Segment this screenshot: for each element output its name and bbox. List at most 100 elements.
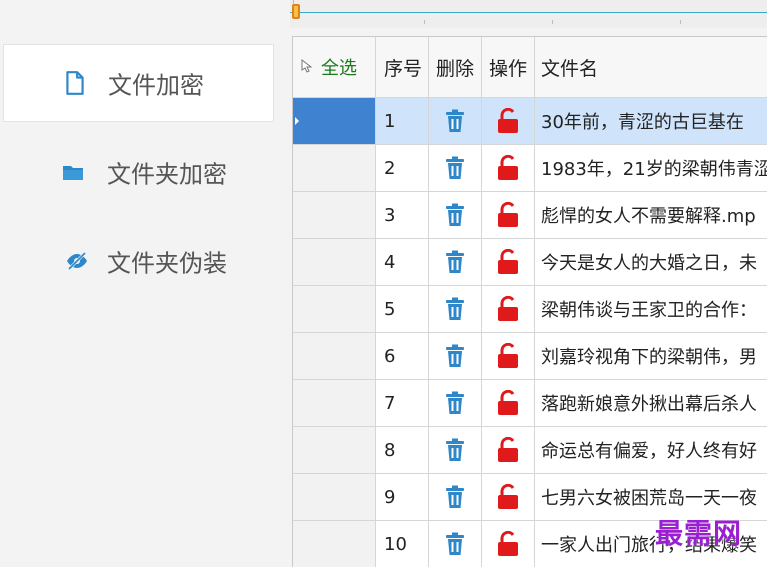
row-header[interactable]: [293, 239, 376, 286]
lock-button[interactable]: [482, 333, 535, 380]
row-header[interactable]: [293, 427, 376, 474]
trash-icon: [444, 391, 466, 415]
table-row[interactable]: 5 梁朝伟谈与王家卫的合作：: [293, 286, 767, 333]
trash-icon: [444, 156, 466, 180]
delete-button[interactable]: [429, 380, 482, 427]
lock-button[interactable]: [482, 192, 535, 239]
timeline-handle[interactable]: [292, 4, 300, 19]
row-filename: 彪悍的女人不需要解释.mp: [535, 192, 767, 239]
trash-icon: [444, 438, 466, 462]
watermark: 最需网: [655, 517, 743, 550]
table-row[interactable]: 1 30年前，青涩的古巨基在: [293, 98, 767, 145]
delete-button[interactable]: [429, 192, 482, 239]
current-row-marker-icon: [295, 117, 299, 125]
lock-button[interactable]: [482, 380, 535, 427]
trash-icon: [444, 203, 466, 227]
lock-icon: [496, 437, 520, 463]
row-header[interactable]: [293, 474, 376, 521]
timeline-tick: [424, 20, 425, 24]
table-row[interactable]: 8 命运总有偏爱，好人终有好: [293, 427, 767, 474]
delete-button[interactable]: [429, 286, 482, 333]
sidebar-item-label: 文件加密: [108, 71, 204, 100]
lock-icon: [496, 202, 520, 228]
grid-header: 全选 序号 删除 操作 文件名: [293, 37, 767, 98]
trash-icon: [444, 250, 466, 274]
delete-button[interactable]: [429, 98, 482, 145]
lock-button[interactable]: [482, 286, 535, 333]
file-icon: [66, 71, 84, 95]
delete-button[interactable]: [429, 145, 482, 192]
lock-icon: [496, 296, 520, 322]
table-row[interactable]: 2 1983年，21岁的梁朝伟青涩: [293, 145, 767, 192]
select-all-label: 全选: [321, 58, 357, 79]
row-header[interactable]: [293, 333, 376, 380]
row-filename: 刘嘉玲视角下的梁朝伟，男: [535, 333, 767, 380]
trash-icon: [444, 485, 466, 509]
row-filename: 今天是女人的大婚之日，未: [535, 239, 767, 286]
row-index: 10: [376, 521, 429, 567]
delete-button[interactable]: [429, 474, 482, 521]
lock-icon: [496, 484, 520, 510]
row-index: 1: [376, 98, 429, 145]
lock-icon: [496, 531, 520, 557]
trash-icon: [444, 532, 466, 556]
row-filename: 1983年，21岁的梁朝伟青涩: [535, 145, 767, 192]
timeline-tick: [680, 20, 681, 24]
lock-button[interactable]: [482, 427, 535, 474]
row-filename: 命运总有偏爱，好人终有好: [535, 427, 767, 474]
row-header[interactable]: [293, 380, 376, 427]
row-header[interactable]: [293, 145, 376, 192]
sidebar-item-label: 文件夹加密: [107, 160, 227, 189]
trash-icon: [444, 297, 466, 321]
sidebar-item-file-encrypt[interactable]: 文件加密: [3, 44, 274, 122]
lock-icon: [496, 343, 520, 369]
table-row[interactable]: 6 刘嘉玲视角下的梁朝伟，男: [293, 333, 767, 380]
lock-button[interactable]: [482, 239, 535, 286]
eye-off-icon: [67, 251, 87, 271]
row-index: 4: [376, 239, 429, 286]
sidebar-item-folder-encrypt[interactable]: 文件夹加密: [3, 133, 274, 211]
row-filename: 梁朝伟谈与王家卫的合作：: [535, 286, 767, 333]
pointer-icon: [301, 59, 313, 73]
row-index: 5: [376, 286, 429, 333]
header-index: 序号: [376, 37, 429, 98]
delete-button[interactable]: [429, 427, 482, 474]
timeline-tick: [552, 20, 553, 24]
timeline-strip: [290, 0, 767, 28]
row-filename: 落跑新娘意外揪出幕后杀人: [535, 380, 767, 427]
row-index: 9: [376, 474, 429, 521]
row-index: 7: [376, 380, 429, 427]
delete-button[interactable]: [429, 333, 482, 380]
trash-icon: [444, 344, 466, 368]
folder-icon: [63, 166, 83, 180]
lock-button[interactable]: [482, 145, 535, 192]
row-header[interactable]: [293, 98, 376, 145]
row-index: 2: [376, 145, 429, 192]
lock-icon: [496, 390, 520, 416]
select-all-cell[interactable]: 全选: [293, 37, 376, 98]
timeline-line: [290, 12, 767, 13]
row-index: 3: [376, 192, 429, 239]
lock-icon: [496, 249, 520, 275]
delete-button[interactable]: [429, 239, 482, 286]
row-header[interactable]: [293, 192, 376, 239]
sidebar-item-folder-disguise[interactable]: 文件夹伪装: [3, 222, 274, 300]
table-row[interactable]: 7 落跑新娘意外揪出幕后杀人: [293, 380, 767, 427]
lock-button[interactable]: [482, 474, 535, 521]
trash-icon: [444, 109, 466, 133]
header-filename: 文件名: [535, 37, 767, 98]
row-header[interactable]: [293, 521, 376, 567]
lock-button[interactable]: [482, 98, 535, 145]
row-filename: 30年前，青涩的古巨基在: [535, 98, 767, 145]
header-delete: 删除: [429, 37, 482, 98]
lock-icon: [496, 108, 520, 134]
table-row[interactable]: 3 彪悍的女人不需要解释.mp: [293, 192, 767, 239]
lock-icon: [496, 155, 520, 181]
row-header[interactable]: [293, 286, 376, 333]
sidebar: 文件加密 文件夹加密 文件夹伪装: [0, 0, 275, 566]
header-action: 操作: [482, 37, 535, 98]
table-row[interactable]: 4 今天是女人的大婚之日，未: [293, 239, 767, 286]
sidebar-item-label: 文件夹伪装: [107, 249, 227, 278]
delete-button[interactable]: [429, 521, 482, 567]
lock-button[interactable]: [482, 521, 535, 567]
